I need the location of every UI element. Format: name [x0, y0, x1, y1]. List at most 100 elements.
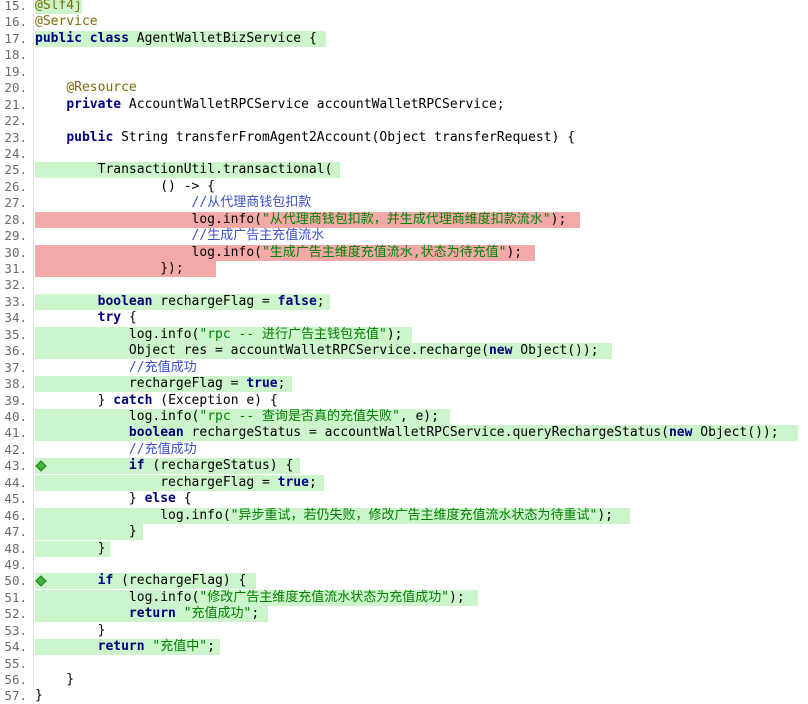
- code-line[interactable]: 37. //充值成功: [0, 360, 808, 376]
- code-line[interactable]: 50. if (rechargeFlag) {: [0, 573, 808, 590]
- code-line[interactable]: 27. //从代理商钱包扣款: [0, 195, 808, 211]
- line-number: 19.: [4, 63, 27, 79]
- line-number: 41.: [4, 425, 27, 441]
- line-number: 43.: [4, 458, 27, 474]
- code-line[interactable]: 47. }: [0, 524, 808, 541]
- code-text: log.info("生成广告主维度充值流水,状态为待充值");: [35, 244, 523, 260]
- code-line[interactable]: 55.: [0, 656, 808, 672]
- line-number: 53.: [4, 622, 27, 638]
- code-text: @Resource: [66, 80, 137, 96]
- code-line[interactable]: 29. //生成广告主充值流水: [0, 228, 808, 244]
- code-text: } else {: [35, 491, 192, 507]
- code-text: @Slf4j: [35, 0, 82, 13]
- code-text: boolean rechargeFlag = false;: [97, 293, 325, 309]
- code-line[interactable]: 45. } else {: [0, 491, 808, 507]
- code-text: rechargeFlag = true;: [35, 376, 286, 392]
- code-text: TransactionUtil.transactional(: [35, 162, 333, 178]
- code-line[interactable]: 20. @Resource: [0, 80, 808, 96]
- code-text: public String transferFromAgent2Account(…: [66, 129, 576, 145]
- code-text: //从代理商钱包扣款: [191, 195, 312, 211]
- code-line[interactable]: 15. @Slf4j: [0, 0, 808, 14]
- code-line[interactable]: 22.: [0, 113, 808, 129]
- code-text: });: [35, 261, 184, 277]
- code-text: Object res = accountWalletRPCService.rec…: [35, 343, 599, 359]
- line-number: 47.: [4, 524, 27, 540]
- code-line[interactable]: 30. log.info("生成广告主维度充值流水,状态为待充值");: [0, 244, 808, 261]
- line-number: 50.: [4, 573, 27, 589]
- line-number: 55.: [4, 655, 27, 671]
- code-line[interactable]: 31. });: [0, 261, 808, 278]
- code-line[interactable]: 23. public String transferFromAgent2Acco…: [0, 130, 808, 146]
- code-line[interactable]: 42. //充值成功: [0, 442, 808, 458]
- code-line[interactable]: 35. log.info("rpc -- 进行广告主钱包充值");: [0, 326, 808, 343]
- code-text: log.info("rpc -- 查询是否真的充值失败", e);: [35, 409, 439, 424]
- line-number: 21.: [4, 96, 27, 112]
- line-number: 30.: [4, 244, 27, 260]
- code-line[interactable]: 49.: [0, 557, 808, 573]
- code-line[interactable]: 40. log.info("rpc -- 查询是否真的充值失败", e);: [0, 409, 808, 425]
- line-number: 25.: [4, 162, 27, 178]
- code-line[interactable]: 32.: [0, 277, 808, 293]
- line-number: 52.: [4, 606, 27, 622]
- line-number: 42.: [4, 441, 27, 457]
- code-text: }: [35, 524, 137, 540]
- code-line[interactable]: 28. log.info("从代理商钱包扣款，并生成代理商维度扣款流水");: [0, 211, 808, 228]
- code-text: //生成广告主充值流水: [191, 228, 325, 244]
- code-line[interactable]: 34. try {: [0, 310, 808, 326]
- line-number: 33.: [4, 293, 27, 309]
- code-line[interactable]: 43. if (rechargeStatus) {: [0, 458, 808, 475]
- code-line[interactable]: 44. rechargeFlag = true;: [0, 474, 808, 491]
- line-number: 28.: [4, 211, 27, 227]
- line-number: 39.: [4, 392, 27, 408]
- line-number: 49.: [4, 556, 27, 572]
- code-text: private AccountWalletRPCService accountW…: [66, 96, 505, 112]
- line-number: 32.: [4, 277, 27, 293]
- code-line[interactable]: 36. Object res = accountWalletRPCService…: [0, 343, 808, 360]
- code-line[interactable]: 19.: [0, 64, 808, 80]
- code-text: public class AgentWalletBizService {: [35, 30, 317, 46]
- code-line[interactable]: 18.: [0, 47, 808, 63]
- line-number: 31.: [4, 261, 27, 277]
- code-text: rechargeFlag = true;: [35, 474, 317, 490]
- code-line[interactable]: 24.: [0, 146, 808, 162]
- line-number: 18.: [4, 47, 27, 63]
- line-number: 17.: [4, 30, 27, 46]
- code-line[interactable]: 16. @Service: [0, 14, 808, 30]
- line-number: 26.: [4, 178, 27, 194]
- code-text: return "充值中";: [97, 639, 215, 655]
- code-text: if (rechargeStatus) {: [128, 458, 294, 474]
- code-text: } catch (Exception e) {: [35, 392, 278, 408]
- line-number: 24.: [4, 145, 27, 161]
- code-line[interactable]: 38. rechargeFlag = true;: [0, 376, 808, 393]
- code-line[interactable]: 41. boolean rechargeStatus = accountWall…: [0, 425, 808, 442]
- code-line[interactable]: 17. public class AgentWalletBizService {: [0, 30, 808, 47]
- line-number: 44.: [4, 474, 27, 490]
- line-number: 57.: [4, 688, 27, 704]
- code-line[interactable]: 33. boolean rechargeFlag = false;: [0, 293, 808, 310]
- code-line[interactable]: 21. private AccountWalletRPCService acco…: [0, 97, 808, 113]
- code-line[interactable]: 57.}: [0, 688, 808, 704]
- code-line[interactable]: 51. log.info("修改广告主维度充值流水状态为充值成功");: [0, 589, 808, 606]
- code-text: }: [35, 622, 106, 638]
- code-text: if (rechargeFlag) {: [97, 573, 247, 589]
- code-line[interactable]: 39. } catch (Exception e) {: [0, 393, 808, 409]
- line-number: 36.: [4, 343, 27, 359]
- code-text: try {: [97, 310, 137, 326]
- code-line[interactable]: 48. }: [0, 540, 808, 557]
- code-line[interactable]: 52. return "充值成功";: [0, 606, 808, 623]
- line-number: 15.: [4, 0, 27, 13]
- code-line[interactable]: 54. return "充值中";: [0, 639, 808, 656]
- line-number: 16.: [4, 14, 27, 30]
- line-number: 38.: [4, 376, 27, 392]
- code-text: }: [35, 540, 106, 556]
- code-line[interactable]: 53. }: [0, 623, 808, 639]
- code-text: log.info("异步重试，若仍失败，修改广告主维度充值流水状态为待重试");: [35, 507, 613, 523]
- line-number: 20.: [4, 80, 27, 96]
- code-line[interactable]: 25. TransactionUtil.transactional(: [0, 162, 808, 179]
- line-number: 51.: [4, 589, 27, 605]
- code-line[interactable]: 26. () -> {: [0, 179, 808, 195]
- code-text: //充值成功: [128, 359, 197, 375]
- code-editor[interactable]: 15. @Slf4j 16. @Service 17. public class Agen…: [0, 0, 808, 703]
- line-number: 48.: [4, 540, 27, 556]
- code-line[interactable]: 46. log.info("异步重试，若仍失败，修改广告主维度充值流水状态为待重…: [0, 507, 808, 524]
